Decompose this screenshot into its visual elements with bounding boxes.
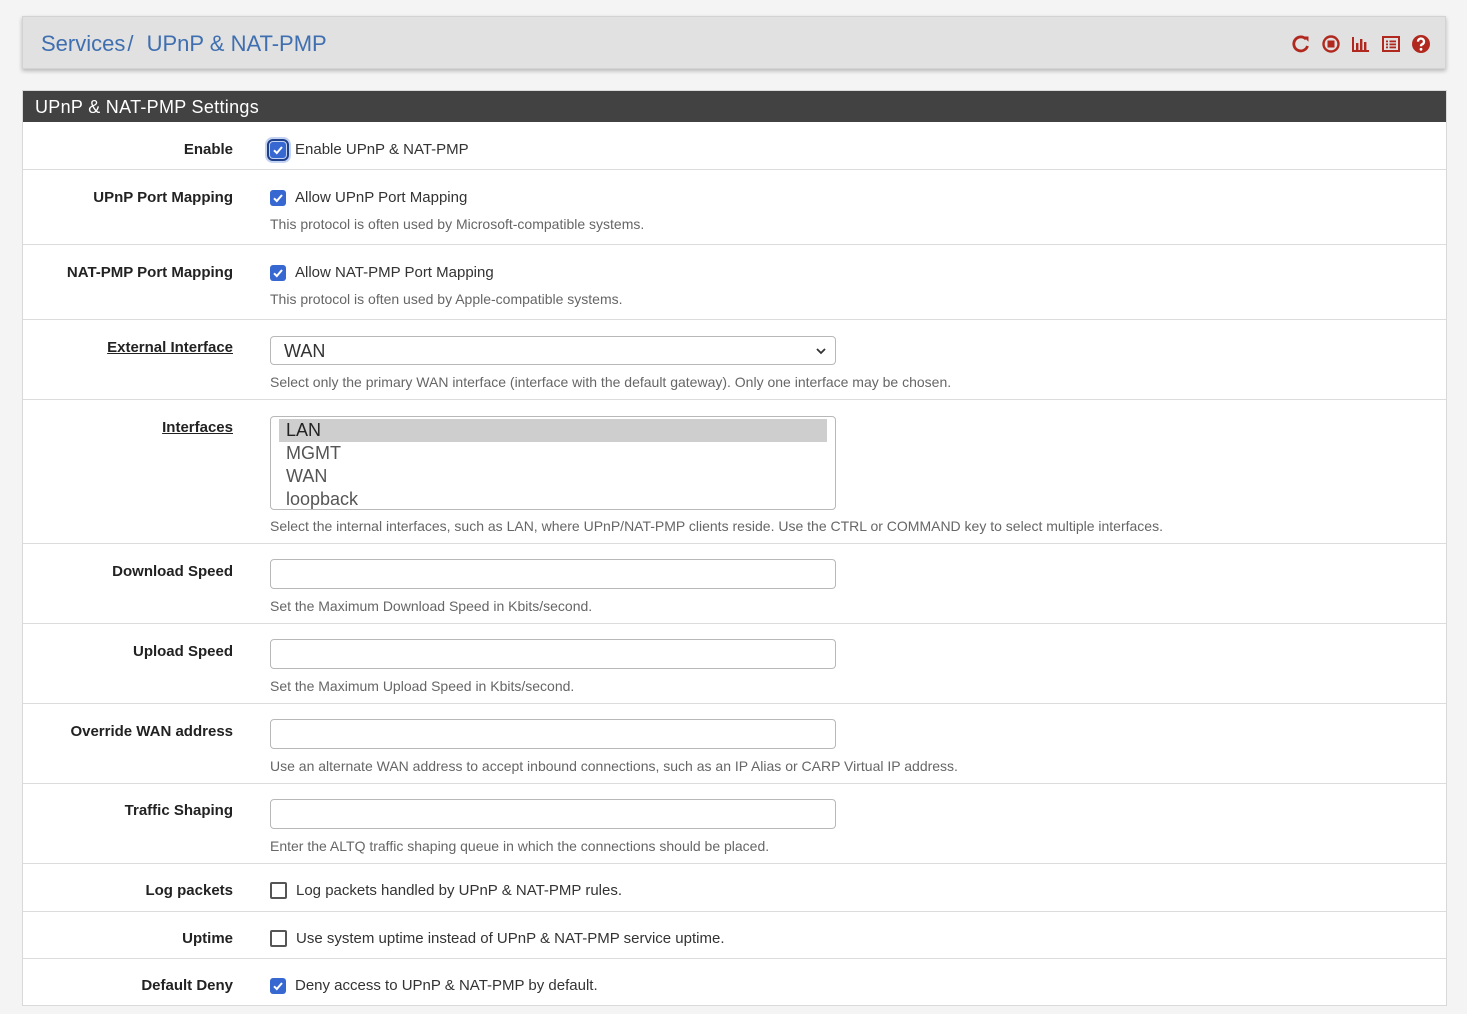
row-uptime: Uptime Use system uptime instead of UPnP… [23,912,1446,959]
upload-speed-input[interactable] [270,639,836,669]
breadcrumb-current[interactable]: UPnP & NAT-PMP [147,31,327,56]
log-packets-checkbox-line[interactable]: Log packets handled by UPnP & NAT-PMP ru… [270,882,622,899]
log-list-icon[interactable] [1381,34,1401,54]
uptime-checkbox[interactable] [270,930,287,947]
download-speed-label: Download Speed [112,563,233,580]
external-interface-select[interactable]: WAN [270,336,836,365]
stop-service-icon[interactable] [1321,34,1341,54]
row-traffic-shaping: Traffic Shaping Enter the ALTQ traffic s… [23,784,1446,864]
override-wan-label: Override WAN address [70,723,233,740]
natpmp-port-mapping-checkbox-label: Allow NAT-PMP Port Mapping [295,264,494,281]
default-deny-checkbox-label: Deny access to UPnP & NAT-PMP by default… [295,977,598,994]
interfaces-label[interactable]: Interfaces [23,419,233,436]
check-icon [273,193,283,202]
enable-checkbox[interactable] [267,138,289,161]
external-interface-help: Select only the primary WAN interface (i… [270,374,952,390]
breadcrumb-services-link[interactable]: Services [41,31,125,56]
enable-checkbox-label: Enable UPnP & NAT-PMP [295,141,469,158]
row-enable: Enable Enable UPnP & NAT-PMP [23,122,1446,170]
settings-panel: UPnP & NAT-PMP Settings Enable Enable UP… [22,90,1447,1006]
upnp-port-mapping-label: UPnP Port Mapping [93,189,233,206]
interfaces-option-loopback[interactable]: loopback [279,488,827,511]
log-packets-checkbox[interactable] [270,882,287,899]
row-upnp-port-mapping: UPnP Port Mapping Allow UPnP Port Mappin… [23,170,1446,245]
breadcrumb-separator: / [127,31,134,56]
upnp-port-mapping-checkbox[interactable] [270,189,286,206]
interfaces-listbox[interactable]: LAN MGMT WAN loopback [270,416,836,510]
row-external-interface: External Interface WAN Select only the p… [23,320,1446,400]
breadcrumb: Services/ UPnP & NAT-PMP [41,31,327,57]
check-icon [273,145,283,154]
uptime-checkbox-line[interactable]: Use system uptime instead of UPnP & NAT-… [270,930,725,947]
enable-checkbox-line[interactable]: Enable UPnP & NAT-PMP [267,138,469,161]
upload-speed-label: Upload Speed [132,643,233,660]
natpmp-port-mapping-checkbox[interactable] [270,264,286,281]
check-icon [273,981,283,990]
check-icon [273,268,283,277]
row-log-packets: Log packets Log packets handled by UPnP … [23,864,1446,912]
enable-label: Enable [183,141,233,158]
interfaces-help: Select the internal interfaces, such as … [270,518,1163,534]
row-override-wan: Override WAN address Use an alternate WA… [23,704,1446,784]
natpmp-port-mapping-checkbox-line[interactable]: Allow NAT-PMP Port Mapping [270,264,494,281]
row-interfaces: Interfaces LAN MGMT WAN loopback Select … [23,400,1446,544]
page-header: Services/ UPnP & NAT-PMP [22,16,1446,69]
default-deny-label: Default Deny [141,977,233,994]
default-deny-checkbox-line[interactable]: Deny access to UPnP & NAT-PMP by default… [270,977,598,994]
natpmp-port-mapping-label: NAT-PMP Port Mapping [66,264,233,281]
log-packets-label: Log packets [145,882,233,899]
download-speed-input[interactable] [270,559,836,589]
row-natpmp-port-mapping: NAT-PMP Port Mapping Allow NAT-PMP Port … [23,245,1446,320]
upnp-port-mapping-help: This protocol is often used by Microsoft… [270,216,645,232]
override-wan-help: Use an alternate WAN address to accept i… [270,758,958,774]
upnp-port-mapping-checkbox-line[interactable]: Allow UPnP Port Mapping [270,189,467,206]
traffic-shaping-input[interactable] [270,799,836,829]
natpmp-port-mapping-help: This protocol is often used by Apple-com… [270,291,623,307]
download-speed-help: Set the Maximum Download Speed in Kbits/… [270,598,593,614]
external-interface-value: WAN [284,341,326,361]
uptime-label: Uptime [182,930,233,947]
interfaces-option-lan[interactable]: LAN [279,419,827,442]
header-toolbar [1291,34,1431,54]
restart-service-icon[interactable] [1291,34,1311,54]
chevron-down-icon [816,348,826,355]
interfaces-option-mgmt[interactable]: MGMT [279,442,827,465]
traffic-shaping-help: Enter the ALTQ traffic shaping queue in … [270,838,770,854]
external-interface-label[interactable]: External Interface [23,339,233,356]
row-upload-speed: Upload Speed Set the Maximum Upload Spee… [23,624,1446,704]
row-default-deny: Default Deny Deny access to UPnP & NAT-P… [23,959,1446,1005]
row-download-speed: Download Speed Set the Maximum Download … [23,544,1446,624]
log-packets-checkbox-label: Log packets handled by UPnP & NAT-PMP ru… [296,882,623,899]
help-icon[interactable] [1411,34,1431,54]
status-graph-icon[interactable] [1351,34,1371,54]
default-deny-checkbox[interactable] [270,977,286,994]
panel-title: UPnP & NAT-PMP Settings [23,91,1446,122]
traffic-shaping-label: Traffic Shaping [124,802,233,819]
interfaces-option-wan[interactable]: WAN [279,465,827,488]
upnp-port-mapping-checkbox-label: Allow UPnP Port Mapping [295,189,468,206]
upload-speed-help: Set the Maximum Upload Speed in Kbits/se… [270,678,575,694]
override-wan-input[interactable] [270,719,836,749]
uptime-checkbox-label: Use system uptime instead of UPnP & NAT-… [296,930,725,947]
